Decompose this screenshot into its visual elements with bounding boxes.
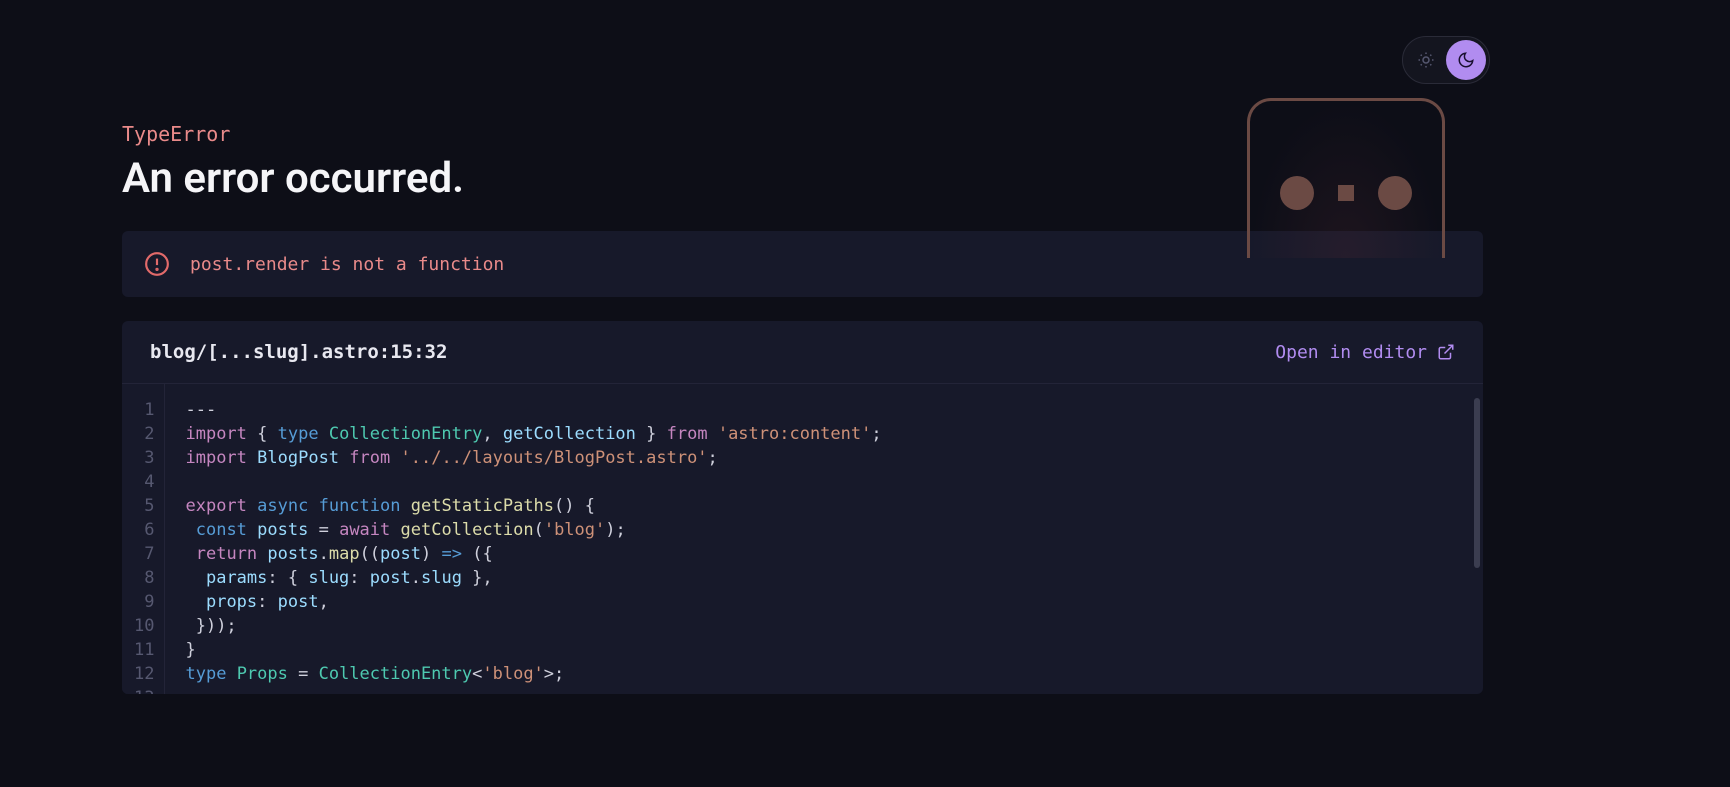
- code-line: export async function getStaticPaths() {: [185, 494, 1463, 518]
- line-number: 2: [134, 422, 154, 446]
- code-body: 12345678910111213 ---import { type Colle…: [122, 384, 1483, 694]
- line-number: 3: [134, 446, 154, 470]
- theme-dark-button[interactable]: [1446, 40, 1486, 80]
- code-line: }));: [185, 614, 1463, 638]
- code-line: import BlogPost from '../../layouts/Blog…: [185, 446, 1463, 470]
- robot-illustration: [1247, 98, 1445, 258]
- code-line: return posts.map((post) => ({: [185, 542, 1463, 566]
- scrollbar-thumb[interactable]: [1474, 398, 1480, 568]
- line-number: 4: [134, 470, 154, 494]
- theme-toggle[interactable]: [1402, 36, 1490, 84]
- line-number: 12: [134, 662, 154, 686]
- robot-eye-right: [1378, 176, 1412, 210]
- alert-circle-icon: [144, 251, 170, 277]
- code-line: const posts = await getCollection('blog'…: [185, 518, 1463, 542]
- code-line: }: [185, 638, 1463, 662]
- line-gutter: 12345678910111213: [122, 384, 165, 694]
- robot-mouth: [1338, 185, 1354, 201]
- code-header: blog/[...slug].astro:15:32 Open in edito…: [122, 321, 1483, 384]
- robot-eye-left: [1280, 176, 1314, 210]
- code-panel: blog/[...slug].astro:15:32 Open in edito…: [122, 321, 1483, 694]
- external-link-icon: [1437, 343, 1455, 361]
- sun-icon: [1417, 51, 1435, 69]
- code-line: props: post,: [185, 590, 1463, 614]
- line-number: 1: [134, 398, 154, 422]
- line-number: 8: [134, 566, 154, 590]
- moon-icon: [1457, 51, 1475, 69]
- open-in-editor-link[interactable]: Open in editor: [1275, 342, 1455, 363]
- open-in-editor-label: Open in editor: [1275, 342, 1427, 363]
- code-lines: ---import { type CollectionEntry, getCol…: [165, 384, 1483, 694]
- line-number: 6: [134, 518, 154, 542]
- line-number: 13: [134, 686, 154, 694]
- line-number: 9: [134, 590, 154, 614]
- code-line: import { type CollectionEntry, getCollec…: [185, 422, 1463, 446]
- error-message-text: post.render is not a function: [190, 254, 504, 275]
- line-number: 7: [134, 542, 154, 566]
- line-number: 5: [134, 494, 154, 518]
- file-location: blog/[...slug].astro:15:32: [150, 341, 447, 363]
- code-line: [185, 686, 1463, 694]
- code-line: params: { slug: post.slug },: [185, 566, 1463, 590]
- code-line: type Props = CollectionEntry<'blog'>;: [185, 662, 1463, 686]
- code-line: ---: [185, 398, 1463, 422]
- line-number: 10: [134, 614, 154, 638]
- code-line: [185, 470, 1463, 494]
- line-number: 11: [134, 638, 154, 662]
- theme-light-button[interactable]: [1406, 40, 1446, 80]
